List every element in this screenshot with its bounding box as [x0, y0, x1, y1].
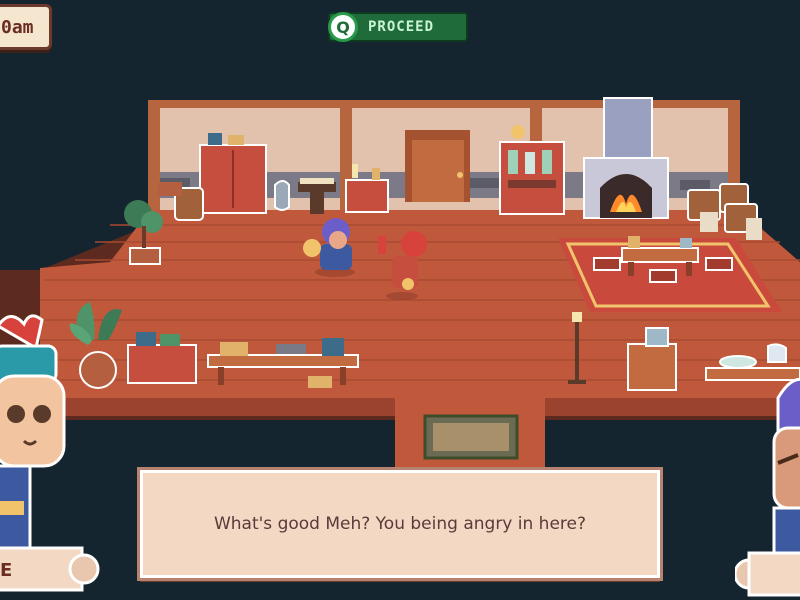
- vase: [274, 180, 290, 211]
- time-display: 0am: [0, 4, 52, 50]
- left-name-scroll: E: [0, 546, 100, 592]
- dialog-box[interactable]: What's good Meh? You being angry in here…: [137, 467, 663, 581]
- left-speaker-portrait: [0, 314, 66, 556]
- dialog-text: What's good Meh? You being angry in here…: [213, 514, 587, 534]
- proceed-button[interactable]: Q PROCEED: [328, 12, 468, 42]
- right-speaker-portrait: [772, 378, 800, 568]
- time-text: 0am: [1, 17, 34, 38]
- q-key-icon: Q: [328, 12, 358, 42]
- speaker-name-text: E: [0, 560, 12, 581]
- wardrobe: [199, 133, 267, 214]
- right-name-scroll: [735, 551, 800, 597]
- proceed-label: PROCEED: [368, 19, 435, 35]
- back-door[interactable]: [405, 130, 470, 202]
